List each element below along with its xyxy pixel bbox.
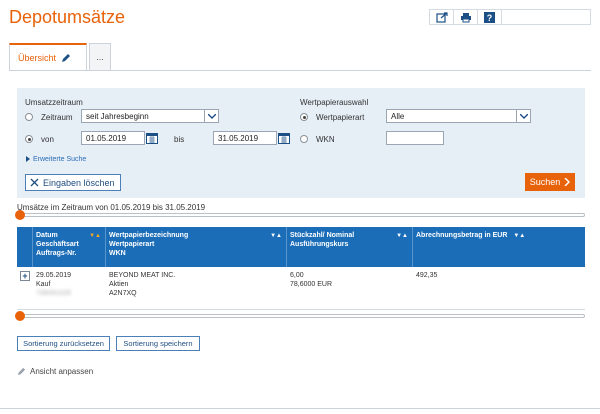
calendar-icon[interactable] — [278, 132, 290, 144]
cell-stueckzahl: 6,00 78,6000 EUR — [287, 267, 413, 309]
tab-bar: Übersicht ... — [9, 43, 111, 70]
wkn-input[interactable] — [386, 131, 444, 145]
sort-icon[interactable]: ▼▲ — [396, 232, 408, 241]
header-line: Wertpapierbezeichnung — [109, 232, 189, 239]
expand-arrow-icon — [26, 156, 30, 162]
art-value: Aktien — [109, 281, 129, 288]
table-row: + 29.05.2019 Kauf 738491026 BEYOND MEAT … — [17, 267, 585, 310]
sort-icon[interactable]: ▼▲ — [270, 232, 282, 241]
export-icon[interactable] — [430, 10, 454, 24]
zeitraum-select[interactable]: seit Jahresbeginn — [81, 109, 219, 123]
stueckzahl-value: 6,00 — [290, 272, 304, 279]
scroll-handle[interactable] — [15, 311, 25, 321]
header-line: Stückzahl/ Nominal — [290, 232, 355, 239]
cell-betrag: 492,35 — [413, 267, 585, 309]
chevron-down-icon — [204, 110, 218, 122]
umsatzzeitraum-label: Umsatzzeitraum — [25, 98, 83, 107]
von-radio[interactable] — [25, 135, 33, 143]
search-button[interactable]: Suchen — [525, 173, 575, 191]
header-betrag[interactable]: Abrechnungsbetrag in EUR ▼▲ — [413, 227, 585, 267]
wertpapierart-select[interactable]: Alle — [386, 109, 531, 123]
bis-input[interactable]: 31.05.2019 — [213, 131, 277, 145]
search-button-label: Suchen — [529, 177, 561, 187]
scroll-handle[interactable] — [15, 210, 25, 220]
tab-more-label: ... — [96, 52, 104, 62]
top-toolbar: ? — [429, 9, 591, 25]
header-line: Wertpapierart — [109, 241, 155, 248]
pencil-icon[interactable] — [61, 53, 71, 63]
wertpapierart-radio[interactable] — [300, 113, 308, 121]
clear-inputs-button[interactable]: Eingaben löschen — [25, 174, 121, 191]
search-panel: Umsatzzeitraum Zeitraum seit Jahresbegin… — [17, 88, 585, 198]
erweiterte-suche-link[interactable]: Erweiterte Suche — [33, 156, 86, 163]
expand-cell: + — [17, 267, 33, 309]
header-datum[interactable]: Datum Geschäftsart Auftrags-Nr. ▼▲ — [33, 227, 106, 267]
clear-inputs-label: Eingaben löschen — [43, 177, 115, 188]
header-wertpapier[interactable]: Wertpapierbezeichnung Wertpapierart WKN … — [106, 227, 287, 267]
header-line: WKN — [109, 250, 126, 257]
geschaeftsart-value: Kauf — [36, 281, 51, 288]
wkn-radio[interactable] — [300, 135, 308, 143]
help-icon[interactable]: ? — [478, 10, 502, 24]
betrag-value: 492,35 — [416, 272, 438, 279]
bezeichnung-value: BEYOND MEAT INC. — [109, 272, 176, 279]
cell-datum: 29.05.2019 Kauf 738491026 — [33, 267, 106, 309]
svg-text:?: ? — [487, 13, 493, 23]
sort-icon[interactable]: ▼▲ — [89, 232, 101, 241]
chevron-right-icon — [564, 178, 571, 186]
cell-wertpapier: BEYOND MEAT INC. Aktien A2N7XQ — [106, 267, 287, 309]
zeitraum-radio[interactable] — [25, 113, 33, 121]
reset-sort-button[interactable]: Sortierung zurücksetzen — [17, 336, 110, 351]
header-line: Abrechnungsbetrag in EUR — [416, 232, 508, 239]
horizontal-scrollbar-top[interactable] — [15, 210, 585, 220]
header-stueckzahl[interactable]: Stückzahl/ Nominal Ausführungskurs ▼▲ — [287, 227, 413, 267]
expand-row-icon[interactable]: + — [20, 271, 30, 281]
calendar-icon[interactable] — [146, 132, 158, 144]
table-header: Datum Geschäftsart Auftrags-Nr. ▼▲ Wertp… — [17, 227, 585, 267]
von-label: von — [41, 135, 54, 144]
zeitraum-label: Zeitraum — [41, 113, 73, 122]
page-title: Depotumsätze — [9, 7, 126, 27]
print-icon[interactable] — [454, 10, 478, 24]
tab-uebersicht[interactable]: Übersicht — [9, 43, 87, 70]
wertpapierart-label: Wertpapierart — [316, 113, 365, 122]
transactions-table: Datum Geschäftsart Auftrags-Nr. ▼▲ Wertp… — [17, 227, 585, 310]
wkn-label: WKN — [316, 135, 335, 144]
range-summary: Umsätze im Zeitraum von 01.05.2019 bis 3… — [17, 203, 206, 212]
sort-icon[interactable]: ▼▲ — [513, 233, 525, 239]
adjust-view-label: Ansicht anpassen — [30, 367, 94, 376]
tab-more[interactable]: ... — [89, 43, 111, 70]
auftragsnr-value: 738491026 — [36, 290, 72, 297]
header-expand-col — [17, 227, 33, 267]
von-input[interactable]: 01.05.2019 — [81, 131, 145, 145]
kurs-value: 78,6000 EUR — [290, 281, 333, 288]
pencil-icon — [17, 367, 26, 376]
horizontal-scrollbar-bottom[interactable] — [15, 311, 585, 321]
chevron-down-icon — [516, 110, 530, 122]
wertpapierauswahl-label: Wertpapierauswahl — [300, 98, 369, 107]
wertpapierart-select-value: Alle — [391, 111, 405, 121]
wkn-value: A2N7XQ — [109, 290, 137, 297]
tab-divider — [9, 70, 591, 71]
bis-label: bis — [174, 135, 185, 144]
header-line: Ausführungskurs — [290, 241, 349, 248]
zeitraum-select-value: seit Jahresbeginn — [86, 111, 149, 121]
header-line: Geschäftsart — [36, 241, 79, 248]
header-line: Auftrags-Nr. — [36, 250, 77, 257]
close-icon — [30, 178, 39, 187]
footer-divider — [0, 408, 600, 409]
adjust-view-link[interactable]: Ansicht anpassen — [17, 367, 93, 376]
tab-uebersicht-label: Übersicht — [18, 52, 57, 63]
save-sort-button[interactable]: Sortierung speichern — [116, 336, 200, 351]
datum-value: 29.05.2019 — [36, 272, 72, 279]
